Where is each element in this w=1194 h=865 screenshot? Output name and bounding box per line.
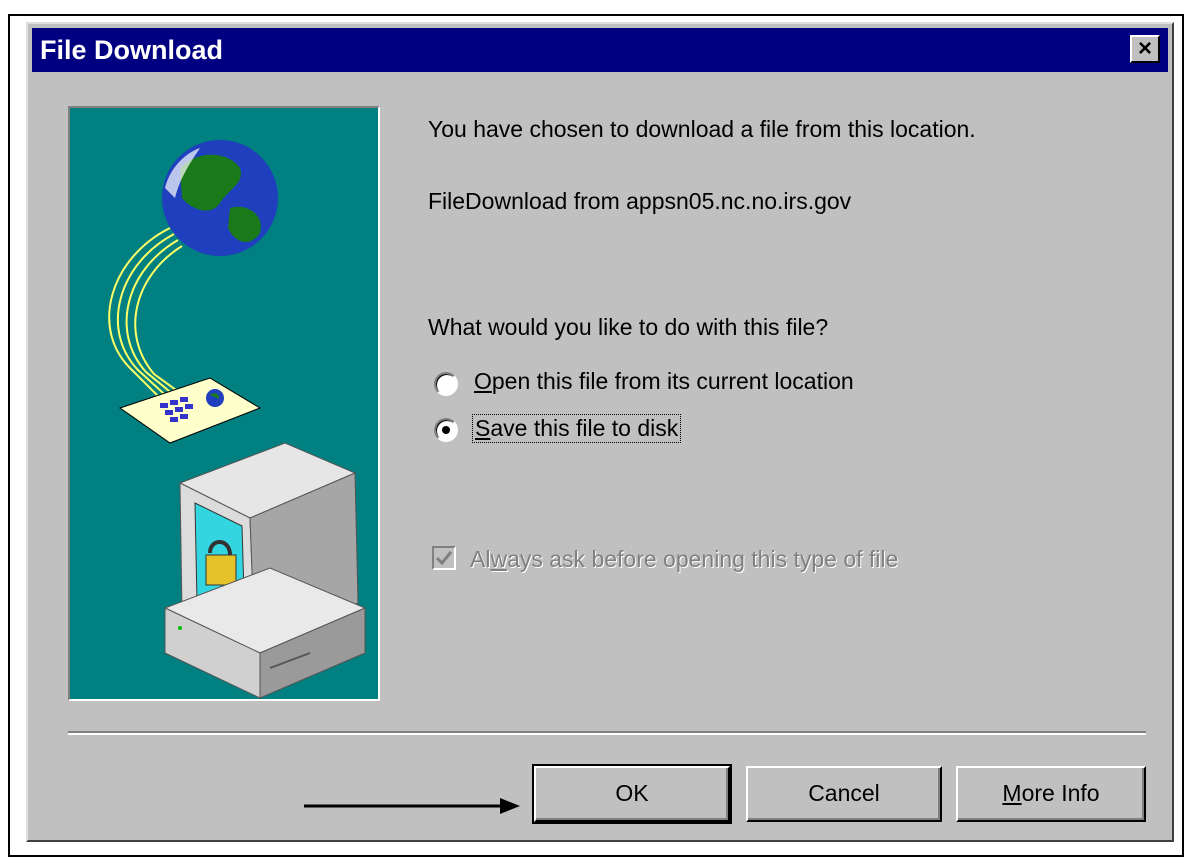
button-separator [68, 731, 1146, 735]
more-info-button[interactable]: More Info [956, 766, 1146, 822]
open-option-radio[interactable] [434, 372, 458, 396]
selected-dot-icon [442, 426, 450, 434]
download-source-text: FileDownload from appsn05.nc.no.irs.gov [428, 188, 852, 214]
cancel-button[interactable]: Cancel [746, 766, 942, 822]
open-option-mnemonic: O [474, 368, 492, 394]
close-button[interactable]: × [1130, 35, 1160, 63]
open-option-label[interactable]: Open this file from its current location [474, 368, 854, 395]
always-ask-mnemonic: w [490, 546, 508, 572]
pointer-arrow-icon [304, 798, 520, 814]
save-option-radio[interactable] [434, 418, 458, 442]
ok-button[interactable]: OK [532, 764, 732, 824]
dialog-title: File Download [40, 35, 224, 65]
always-ask-checkbox[interactable] [432, 546, 456, 570]
always-ask-label-rest: ays ask before opening this type of file [507, 546, 899, 572]
download-illustration [68, 106, 380, 701]
file-download-dialog: File Download × You have chosen to downl… [26, 22, 1174, 842]
close-icon: × [1137, 35, 1152, 62]
open-option-label-rest: pen this file from its current location [491, 368, 854, 394]
download-question-text: What would you like to do with this file… [428, 314, 829, 340]
download-intro-text: You have chosen to download a file from … [428, 116, 976, 142]
always-ask-label-pre: Al [470, 546, 491, 572]
checkmark-icon [435, 551, 453, 566]
more-info-label-rest: ore Info [1021, 780, 1100, 806]
always-ask-label: Always ask before opening this type of f… [470, 546, 898, 573]
more-info-mnemonic: M [1002, 780, 1022, 806]
save-option-label-rest: ave this file to disk [490, 415, 679, 441]
save-option-mnemonic: S [475, 415, 491, 441]
save-option-label[interactable]: Save this file to disk [472, 414, 682, 443]
title-bar[interactable]: File Download × [32, 28, 1168, 72]
globe-computer-icon [108, 140, 367, 699]
